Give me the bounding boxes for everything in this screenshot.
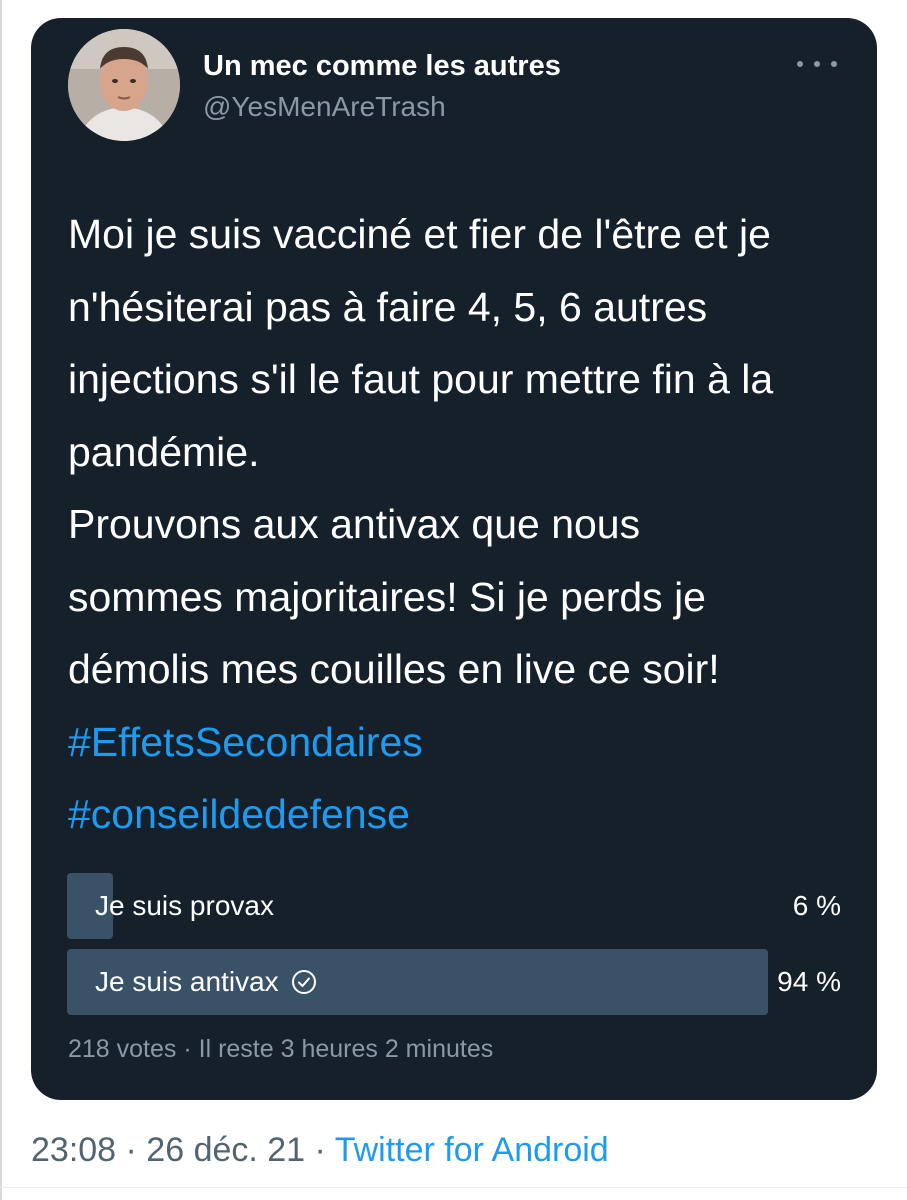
tweet-footer: 23:08 · 26 déc. 21 · Twitter for Android	[31, 1131, 609, 1170]
poll-option-antivax: Je suis antivax 94 %	[67, 949, 841, 1015]
source-link[interactable]: Twitter for Android	[335, 1131, 609, 1169]
page: Un mec comme les autres @YesMenAreTrash …	[0, 0, 907, 1200]
tweet-text-line: Moi je suis vacciné et fier de l'être et…	[68, 211, 771, 257]
hashtag-link[interactable]: #conseildedefense	[68, 778, 858, 851]
author-name[interactable]: Un mec comme les autres	[203, 50, 561, 83]
more-dot	[814, 61, 820, 67]
tweet-text-line: démolis mes couilles en live ce soir!	[68, 646, 720, 692]
tweet-text-line: Prouvons aux antivax que nous	[68, 501, 641, 547]
more-icon[interactable]	[797, 52, 837, 76]
tweet-text-line: pandémie.	[68, 428, 260, 475]
tweet-text-line: sommes majoritaires! Si je perds je	[68, 573, 706, 620]
tweet-text-line: injections s'il le faut pour mettre fin …	[68, 356, 774, 402]
hashtag-link[interactable]: #EffetsSecondaires	[68, 706, 858, 779]
author-handle[interactable]: @YesMenAreTrash	[203, 91, 446, 123]
poll-meta: 218 votes · Il reste 3 heures 2 minutes	[68, 1035, 494, 1063]
poll-option-provax: Je suis provax 6 %	[67, 873, 841, 939]
more-dot	[797, 61, 803, 67]
poll-option-percent: 94 %	[777, 966, 841, 997]
tweet-text: Moi je suis vacciné et fier de l'être et…	[68, 198, 858, 851]
tweet-card[interactable]: Un mec comme les autres @YesMenAreTrash …	[31, 18, 877, 1100]
divider	[0, 1187, 907, 1188]
poll-option-label: Je suis provax	[95, 890, 274, 921]
avatar-image	[68, 29, 180, 141]
avatar[interactable]	[68, 29, 180, 141]
poll-option-label: Je suis antivax	[95, 966, 279, 997]
tweet-text-line: n'hésiterai pas à faire 4, 5, 6 autres	[68, 283, 708, 330]
check-circle-icon	[291, 970, 316, 994]
left-edge	[0, 0, 2, 1200]
poll-option-percent: 6 %	[792, 890, 841, 921]
timestamp[interactable]: 23:08 · 26 déc. 21 ·	[31, 1131, 335, 1169]
more-dot	[831, 61, 837, 67]
